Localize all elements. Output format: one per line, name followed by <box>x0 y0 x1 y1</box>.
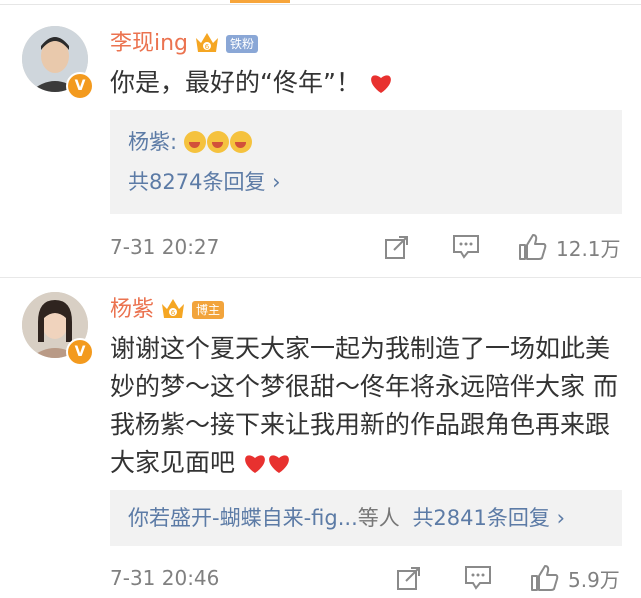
host-tag: 博主 <box>192 301 225 319</box>
svg-text:6: 6 <box>171 309 176 317</box>
top-divider <box>0 4 641 5</box>
like-button[interactable]: 12.1万 <box>518 232 621 262</box>
like-count: 12.1万 <box>556 236 621 261</box>
comment-icon <box>465 566 491 590</box>
comment-divider <box>0 277 641 278</box>
comment-text: 谢谢这个夏天大家一起为我制造了一场如此美妙的梦～这个梦很甜～佟年将永远陪伴大家 … <box>110 330 620 485</box>
grin-emoji-icon <box>183 131 206 153</box>
heart-icon <box>267 447 291 485</box>
view-replies-link[interactable]: 共8274条回复 › <box>128 168 281 196</box>
reply-preview[interactable]: 杨紫: 共8274条回复 › <box>110 110 622 214</box>
chevron-right-icon: › <box>556 506 565 530</box>
comment-button[interactable] <box>452 232 480 262</box>
like-icon <box>531 565 559 591</box>
comment-button[interactable] <box>464 563 492 593</box>
like-count: 5.9万 <box>568 567 620 592</box>
reply-count: 共8274条回复 <box>128 170 266 194</box>
grin-emoji-icon <box>206 131 229 153</box>
comment-author[interactable]: 杨紫 <box>110 297 154 323</box>
comment-icon <box>453 235 479 259</box>
svg-text:6: 6 <box>205 43 210 51</box>
comment-time: 7-31 20:27 <box>110 235 220 259</box>
reply-author[interactable]: 杨紫: <box>128 130 177 154</box>
comment-author[interactable]: 李现ing <box>110 31 188 57</box>
heart-icon <box>369 67 393 105</box>
comment-text-content: 你是，最好的“佟年”！ <box>110 68 361 97</box>
verified-badge-icon: V <box>66 72 94 100</box>
reply-count: 共2841条回复 <box>412 506 550 530</box>
comment-text-content: 谢谢这个夏天大家一起为我制造了一场如此美妙的梦～这个梦很甜～佟年将永远陪伴大家 … <box>110 334 618 477</box>
repost-button[interactable] <box>396 563 422 593</box>
comment-text: 你是，最好的“佟年”！ <box>110 64 620 105</box>
heart-icon <box>243 447 267 485</box>
reply-others: 等人 <box>357 506 400 530</box>
like-button[interactable]: 5.9万 <box>530 563 620 593</box>
repost-button[interactable] <box>384 232 410 262</box>
verified-badge-icon: V <box>66 338 94 366</box>
view-replies-link[interactable]: 共2841条回复 › <box>412 506 565 530</box>
crown-badge-icon: 6 <box>194 30 220 58</box>
top-tab-indicator <box>230 0 290 3</box>
crown-badge-icon: 6 <box>160 296 186 324</box>
reply-preview[interactable]: 你若盛开-蝴蝶自来-fig...等人 共2841条回复 › <box>110 490 622 546</box>
fan-tag: 铁粉 <box>226 35 259 53</box>
repost-icon <box>385 236 408 259</box>
grin-emoji-icon <box>229 131 252 153</box>
reply-author[interactable]: 你若盛开-蝴蝶自来-fig... <box>128 506 358 530</box>
comment-time: 7-31 20:46 <box>110 566 220 590</box>
like-icon <box>519 234 547 260</box>
chevron-right-icon: › <box>272 170 281 194</box>
repost-icon <box>397 567 420 590</box>
